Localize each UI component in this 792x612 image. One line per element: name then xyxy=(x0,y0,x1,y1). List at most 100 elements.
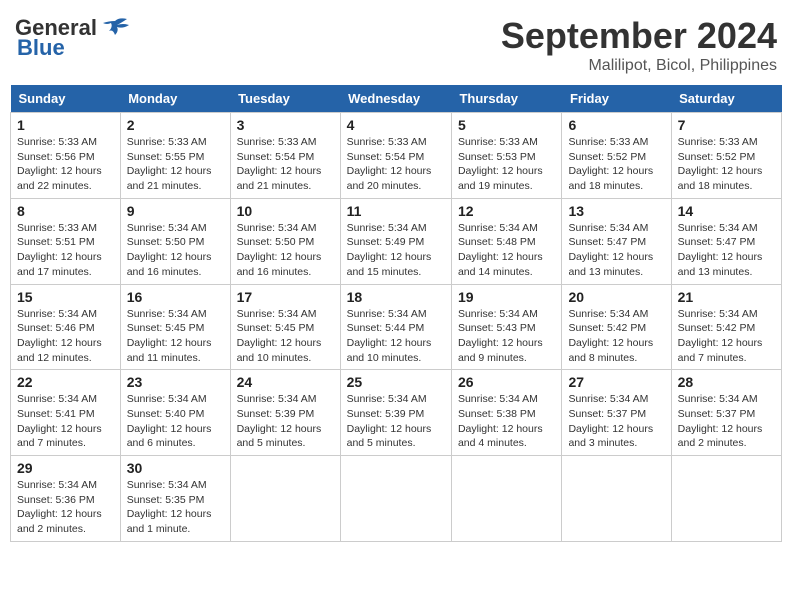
week-row-3: 15 Sunrise: 5:34 AM Sunset: 5:46 PM Dayl… xyxy=(11,284,782,370)
day-info: Sunrise: 5:33 AM Sunset: 5:55 PM Dayligh… xyxy=(127,135,224,194)
day-number: 1 xyxy=(17,117,114,133)
calendar-cell xyxy=(671,456,781,542)
day-info: Sunrise: 5:34 AM Sunset: 5:42 PM Dayligh… xyxy=(678,307,775,366)
location: Malilipot, Bicol, Philippines xyxy=(501,57,777,75)
day-info: Sunrise: 5:34 AM Sunset: 5:47 PM Dayligh… xyxy=(568,221,664,280)
day-number: 14 xyxy=(678,203,775,219)
calendar-cell: 8 Sunrise: 5:33 AM Sunset: 5:51 PM Dayli… xyxy=(11,198,121,284)
calendar-cell: 2 Sunrise: 5:33 AM Sunset: 5:55 PM Dayli… xyxy=(120,113,230,199)
day-number: 24 xyxy=(237,374,334,390)
day-info: Sunrise: 5:34 AM Sunset: 5:50 PM Dayligh… xyxy=(127,221,224,280)
day-number: 20 xyxy=(568,289,664,305)
calendar-cell: 20 Sunrise: 5:34 AM Sunset: 5:42 PM Dayl… xyxy=(562,284,671,370)
logo-bird-icon xyxy=(99,17,131,39)
day-info: Sunrise: 5:34 AM Sunset: 5:45 PM Dayligh… xyxy=(127,307,224,366)
calendar-cell xyxy=(340,456,451,542)
calendar-cell: 7 Sunrise: 5:33 AM Sunset: 5:52 PM Dayli… xyxy=(671,113,781,199)
day-info: Sunrise: 5:34 AM Sunset: 5:39 PM Dayligh… xyxy=(237,392,334,451)
day-info: Sunrise: 5:34 AM Sunset: 5:44 PM Dayligh… xyxy=(347,307,445,366)
calendar-cell: 27 Sunrise: 5:34 AM Sunset: 5:37 PM Dayl… xyxy=(562,370,671,456)
header-sunday: Sunday xyxy=(11,85,121,113)
calendar-cell: 5 Sunrise: 5:33 AM Sunset: 5:53 PM Dayli… xyxy=(451,113,561,199)
header-thursday: Thursday xyxy=(451,85,561,113)
day-number: 8 xyxy=(17,203,114,219)
day-number: 15 xyxy=(17,289,114,305)
day-number: 6 xyxy=(568,117,664,133)
calendar-cell: 4 Sunrise: 5:33 AM Sunset: 5:54 PM Dayli… xyxy=(340,113,451,199)
day-info: Sunrise: 5:34 AM Sunset: 5:45 PM Dayligh… xyxy=(237,307,334,366)
day-number: 2 xyxy=(127,117,224,133)
day-info: Sunrise: 5:33 AM Sunset: 5:51 PM Dayligh… xyxy=(17,221,114,280)
day-number: 19 xyxy=(458,289,555,305)
logo: General Blue xyxy=(15,15,131,61)
day-info: Sunrise: 5:34 AM Sunset: 5:35 PM Dayligh… xyxy=(127,478,224,537)
logo-text-blue: Blue xyxy=(17,35,65,61)
calendar-cell: 30 Sunrise: 5:34 AM Sunset: 5:35 PM Dayl… xyxy=(120,456,230,542)
day-info: Sunrise: 5:34 AM Sunset: 5:42 PM Dayligh… xyxy=(568,307,664,366)
calendar-cell: 14 Sunrise: 5:34 AM Sunset: 5:47 PM Dayl… xyxy=(671,198,781,284)
day-number: 30 xyxy=(127,460,224,476)
day-number: 13 xyxy=(568,203,664,219)
day-info: Sunrise: 5:34 AM Sunset: 5:37 PM Dayligh… xyxy=(568,392,664,451)
page-header: General Blue September 2024 Malilipot, B… xyxy=(10,10,782,75)
header-monday: Monday xyxy=(120,85,230,113)
header-wednesday: Wednesday xyxy=(340,85,451,113)
day-number: 10 xyxy=(237,203,334,219)
title-block: September 2024 Malilipot, Bicol, Philipp… xyxy=(501,15,777,75)
day-number: 11 xyxy=(347,203,445,219)
calendar-cell: 12 Sunrise: 5:34 AM Sunset: 5:48 PM Dayl… xyxy=(451,198,561,284)
calendar-cell: 11 Sunrise: 5:34 AM Sunset: 5:49 PM Dayl… xyxy=(340,198,451,284)
day-number: 7 xyxy=(678,117,775,133)
day-number: 27 xyxy=(568,374,664,390)
day-info: Sunrise: 5:33 AM Sunset: 5:52 PM Dayligh… xyxy=(678,135,775,194)
day-info: Sunrise: 5:34 AM Sunset: 5:36 PM Dayligh… xyxy=(17,478,114,537)
day-number: 25 xyxy=(347,374,445,390)
day-info: Sunrise: 5:34 AM Sunset: 5:38 PM Dayligh… xyxy=(458,392,555,451)
day-info: Sunrise: 5:34 AM Sunset: 5:49 PM Dayligh… xyxy=(347,221,445,280)
calendar-cell: 15 Sunrise: 5:34 AM Sunset: 5:46 PM Dayl… xyxy=(11,284,121,370)
day-number: 29 xyxy=(17,460,114,476)
day-number: 23 xyxy=(127,374,224,390)
day-info: Sunrise: 5:34 AM Sunset: 5:48 PM Dayligh… xyxy=(458,221,555,280)
header-friday: Friday xyxy=(562,85,671,113)
day-info: Sunrise: 5:33 AM Sunset: 5:54 PM Dayligh… xyxy=(237,135,334,194)
day-number: 17 xyxy=(237,289,334,305)
calendar-cell: 16 Sunrise: 5:34 AM Sunset: 5:45 PM Dayl… xyxy=(120,284,230,370)
day-number: 3 xyxy=(237,117,334,133)
month-title: September 2024 xyxy=(501,15,777,57)
calendar-cell: 1 Sunrise: 5:33 AM Sunset: 5:56 PM Dayli… xyxy=(11,113,121,199)
week-row-5: 29 Sunrise: 5:34 AM Sunset: 5:36 PM Dayl… xyxy=(11,456,782,542)
week-row-4: 22 Sunrise: 5:34 AM Sunset: 5:41 PM Dayl… xyxy=(11,370,782,456)
calendar-cell: 9 Sunrise: 5:34 AM Sunset: 5:50 PM Dayli… xyxy=(120,198,230,284)
calendar-cell: 10 Sunrise: 5:34 AM Sunset: 5:50 PM Dayl… xyxy=(230,198,340,284)
day-info: Sunrise: 5:34 AM Sunset: 5:41 PM Dayligh… xyxy=(17,392,114,451)
calendar-cell: 29 Sunrise: 5:34 AM Sunset: 5:36 PM Dayl… xyxy=(11,456,121,542)
day-number: 16 xyxy=(127,289,224,305)
calendar-cell: 24 Sunrise: 5:34 AM Sunset: 5:39 PM Dayl… xyxy=(230,370,340,456)
header-saturday: Saturday xyxy=(671,85,781,113)
calendar-cell xyxy=(451,456,561,542)
calendar-cell: 19 Sunrise: 5:34 AM Sunset: 5:43 PM Dayl… xyxy=(451,284,561,370)
calendar-cell: 3 Sunrise: 5:33 AM Sunset: 5:54 PM Dayli… xyxy=(230,113,340,199)
header-tuesday: Tuesday xyxy=(230,85,340,113)
day-number: 21 xyxy=(678,289,775,305)
day-info: Sunrise: 5:34 AM Sunset: 5:50 PM Dayligh… xyxy=(237,221,334,280)
calendar-cell xyxy=(562,456,671,542)
day-info: Sunrise: 5:33 AM Sunset: 5:53 PM Dayligh… xyxy=(458,135,555,194)
day-info: Sunrise: 5:34 AM Sunset: 5:43 PM Dayligh… xyxy=(458,307,555,366)
day-number: 22 xyxy=(17,374,114,390)
day-info: Sunrise: 5:34 AM Sunset: 5:39 PM Dayligh… xyxy=(347,392,445,451)
calendar-header-row: Sunday Monday Tuesday Wednesday Thursday… xyxy=(11,85,782,113)
calendar-cell: 17 Sunrise: 5:34 AM Sunset: 5:45 PM Dayl… xyxy=(230,284,340,370)
day-number: 26 xyxy=(458,374,555,390)
day-number: 5 xyxy=(458,117,555,133)
day-info: Sunrise: 5:33 AM Sunset: 5:52 PM Dayligh… xyxy=(568,135,664,194)
calendar-cell: 28 Sunrise: 5:34 AM Sunset: 5:37 PM Dayl… xyxy=(671,370,781,456)
week-row-1: 1 Sunrise: 5:33 AM Sunset: 5:56 PM Dayli… xyxy=(11,113,782,199)
day-info: Sunrise: 5:34 AM Sunset: 5:40 PM Dayligh… xyxy=(127,392,224,451)
day-number: 18 xyxy=(347,289,445,305)
calendar-cell: 23 Sunrise: 5:34 AM Sunset: 5:40 PM Dayl… xyxy=(120,370,230,456)
calendar-cell: 26 Sunrise: 5:34 AM Sunset: 5:38 PM Dayl… xyxy=(451,370,561,456)
day-info: Sunrise: 5:34 AM Sunset: 5:47 PM Dayligh… xyxy=(678,221,775,280)
day-number: 28 xyxy=(678,374,775,390)
